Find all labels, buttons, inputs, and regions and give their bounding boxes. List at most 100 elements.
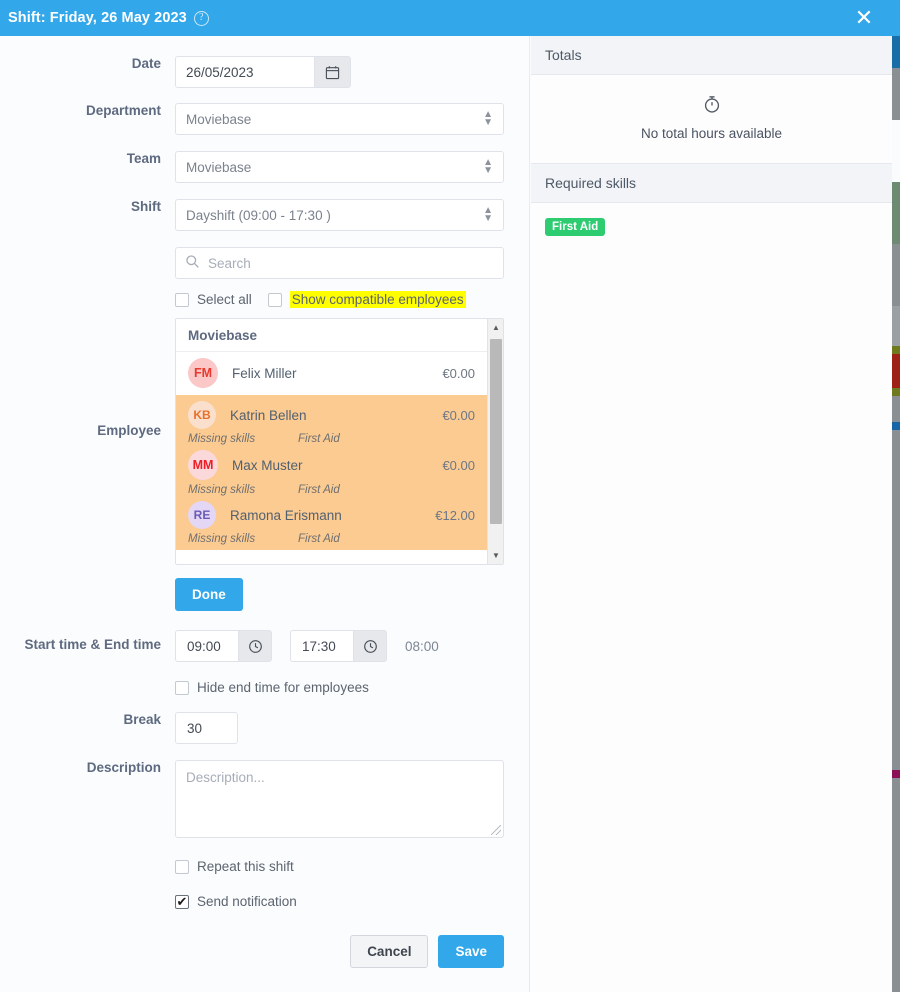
totals-empty-text: No total hours available xyxy=(640,126,783,141)
field-row-description: Description Description... xyxy=(0,760,529,838)
employee-name: Max Muster xyxy=(232,457,303,473)
close-icon[interactable]: ✕ xyxy=(844,0,884,36)
hide-end-time-checkbox[interactable]: ✔ xyxy=(175,680,189,695)
employee-list-scrollbar[interactable]: ▲ ▼ xyxy=(487,319,503,564)
field-row-team: Team Moviebase ▲ ▼ xyxy=(0,151,529,183)
employee-row[interactable]: RE Ramona Erismann €12.00 Missing skills… xyxy=(176,501,487,550)
employee-cost: €0.00 xyxy=(442,457,475,473)
hide-end-time-row: ✔ Hide end time for employees xyxy=(175,680,504,695)
break-label: Break xyxy=(123,712,161,727)
modal-titlebar: Shift: Friday, 26 May 2023 ? ✕ xyxy=(0,0,892,36)
cancel-button[interactable]: Cancel xyxy=(350,935,429,968)
description-label: Description xyxy=(86,760,161,775)
department-value: Moviebase xyxy=(186,111,252,127)
avatar: KB xyxy=(188,401,216,429)
missing-skills-row: Missing skills First Aid xyxy=(188,429,475,450)
end-time-input[interactable]: 17:30 xyxy=(290,630,353,662)
description-textarea[interactable]: Description... xyxy=(175,760,504,838)
notify-row: ✔ Send notification xyxy=(175,894,504,909)
avatar: MM xyxy=(188,450,218,480)
search-icon xyxy=(185,254,200,272)
calendar-icon[interactable] xyxy=(315,56,351,88)
field-row-shift: Shift Dayshift (09:00 - 17:30 ) ▲ ▼ xyxy=(0,199,529,231)
totals-body: No total hours available xyxy=(531,75,892,163)
repeat-shift-checkbox[interactable]: ✔ xyxy=(175,859,189,874)
team-select[interactable]: Moviebase ▲ ▼ xyxy=(175,151,504,183)
date-label: Date xyxy=(131,56,161,71)
field-row-times: Start time & End time 09:00 17:30 08:00 … xyxy=(0,630,529,695)
employee-row[interactable]: KB Katrin Bellen €0.00 Missing skills Fi… xyxy=(176,395,487,450)
status-badge: First Aid xyxy=(545,218,606,236)
show-compatible-label: Show compatible employees xyxy=(289,291,466,308)
date-input[interactable]: 26/05/2023 xyxy=(175,56,315,88)
stopwatch-icon xyxy=(545,93,878,120)
show-compatible-checkbox[interactable]: ✔ xyxy=(267,292,282,307)
clock-icon[interactable] xyxy=(238,630,272,662)
chevron-updown-icon: ▲ ▼ xyxy=(483,205,493,224)
page-title: Shift: Friday, 26 May 2023 xyxy=(8,10,187,26)
avatar: RE xyxy=(188,501,216,529)
missing-skill-value: First Aid xyxy=(298,533,340,545)
employee-cost: €0.00 xyxy=(442,407,475,423)
employee-list-scrollarea: Moviebase FM Felix Miller €0.00 KB Katri… xyxy=(176,319,487,564)
employee-name: Katrin Bellen xyxy=(230,407,307,423)
send-notification-label: Send notification xyxy=(197,894,297,909)
repeat-shift-label: Repeat this shift xyxy=(197,859,294,874)
shift-modal: Shift: Friday, 26 May 2023 ? ✕ Date 26/0… xyxy=(0,0,892,992)
modal-footer: Cancel Save xyxy=(0,935,529,968)
employee-name: Felix Miller xyxy=(232,365,297,381)
required-skills-body: First Aid xyxy=(531,203,892,250)
shift-select[interactable]: Dayshift (09:00 - 17:30 ) ▲ ▼ xyxy=(175,199,504,231)
field-row-employee: Employee Search ✔ xyxy=(0,247,529,611)
employee-cost: €12.00 xyxy=(435,507,475,523)
side-panel: Totals No total hours available Required… xyxy=(531,36,892,992)
avatar: FM xyxy=(188,358,218,388)
missing-skills-row: Missing skills First Aid xyxy=(188,529,475,550)
chevron-updown-icon: ▲ ▼ xyxy=(483,157,493,176)
hide-end-time-label: Hide end time for employees xyxy=(197,680,369,695)
employee-search-placeholder: Search xyxy=(208,255,251,271)
missing-skills-row: Missing skills First Aid xyxy=(188,480,475,501)
question-circle-icon[interactable]: ? xyxy=(193,10,209,26)
select-all-checkbox[interactable]: ✔ xyxy=(175,292,189,307)
required-skills-heading: Required skills xyxy=(531,163,892,203)
employee-search-input[interactable]: Search xyxy=(175,247,504,279)
times-label: Start time & End time xyxy=(24,637,161,652)
check-icon: ✔ xyxy=(176,894,188,909)
break-input[interactable]: 30 xyxy=(175,712,238,744)
department-select[interactable]: Moviebase ▲ ▼ xyxy=(175,103,504,135)
description-placeholder: Description... xyxy=(186,770,265,785)
send-notification-checkbox[interactable]: ✔ xyxy=(175,894,189,909)
employee-group-header: Moviebase xyxy=(176,319,487,352)
repeat-row: ✔ Repeat this shift xyxy=(175,859,504,874)
shift-form: Date 26/05/2023 Department Moviebase ▲ ▼… xyxy=(0,36,530,992)
employee-row[interactable]: MM Max Muster €0.00 Missing skills First… xyxy=(176,450,487,501)
shift-duration: 08:00 xyxy=(405,638,439,654)
team-value: Moviebase xyxy=(186,159,252,175)
save-button[interactable]: Save xyxy=(438,935,504,968)
missing-skills-label: Missing skills xyxy=(188,433,256,445)
scrollbar-thumb[interactable] xyxy=(490,339,502,524)
totals-heading: Totals xyxy=(531,36,892,75)
employee-row[interactable]: FM Felix Miller €0.00 xyxy=(176,352,487,395)
employee-list: Moviebase FM Felix Miller €0.00 KB Katri… xyxy=(175,318,504,565)
field-row-break: Break 30 xyxy=(0,712,529,744)
employee-label: Employee xyxy=(97,423,161,438)
employee-filter-row: ✔ Select all ✔ Show compatible employees xyxy=(175,291,504,308)
missing-skills-label: Missing skills xyxy=(188,533,256,545)
field-row-repeat: ✔ Repeat this shift xyxy=(0,859,529,874)
field-row-date: Date 26/05/2023 xyxy=(0,56,529,88)
clock-icon[interactable] xyxy=(353,630,387,662)
field-row-notify: ✔ Send notification xyxy=(0,894,529,909)
chevron-updown-icon: ▲ ▼ xyxy=(483,109,493,128)
shift-label: Shift xyxy=(131,199,161,214)
employee-cost: €0.00 xyxy=(442,365,475,381)
chevron-up-icon[interactable]: ▲ xyxy=(488,319,503,336)
missing-skills-label: Missing skills xyxy=(188,484,256,496)
team-label: Team xyxy=(126,151,161,166)
resize-grip-icon[interactable] xyxy=(491,825,501,835)
chevron-down-icon[interactable]: ▼ xyxy=(488,547,503,564)
missing-skill-value: First Aid xyxy=(298,433,340,445)
start-time-input[interactable]: 09:00 xyxy=(175,630,238,662)
done-button[interactable]: Done xyxy=(175,578,243,611)
